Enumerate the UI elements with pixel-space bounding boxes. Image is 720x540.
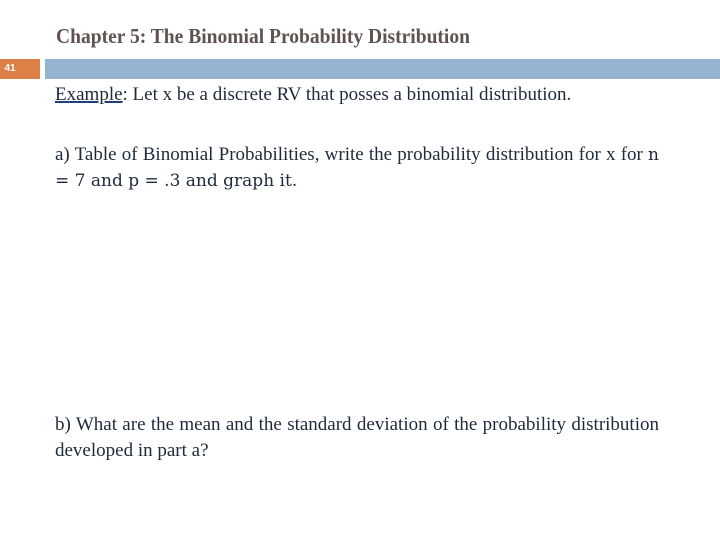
example-label: Example bbox=[55, 84, 123, 105]
page-number-badge: 41 bbox=[0, 59, 40, 79]
slide-title: Chapter 5: The Binomial Probability Dist… bbox=[56, 24, 470, 48]
part-b-paragraph: b) What are the mean and the standard de… bbox=[55, 412, 659, 464]
part-a-paragraph: a) Table of Binomial Probabilities, writ… bbox=[55, 142, 659, 194]
part-a-text: a) Table of Binomial Probabilities, writ… bbox=[55, 144, 649, 165]
page-number: 41 bbox=[4, 63, 16, 74]
header-divider-bar bbox=[45, 59, 720, 79]
example-intro-text: : Let x be a discrete RV that posses a b… bbox=[122, 84, 572, 105]
example-intro-paragraph: Example: Let x be a discrete RV that pos… bbox=[55, 82, 659, 108]
part-b-text: b) What are the mean and the standard de… bbox=[55, 414, 659, 461]
